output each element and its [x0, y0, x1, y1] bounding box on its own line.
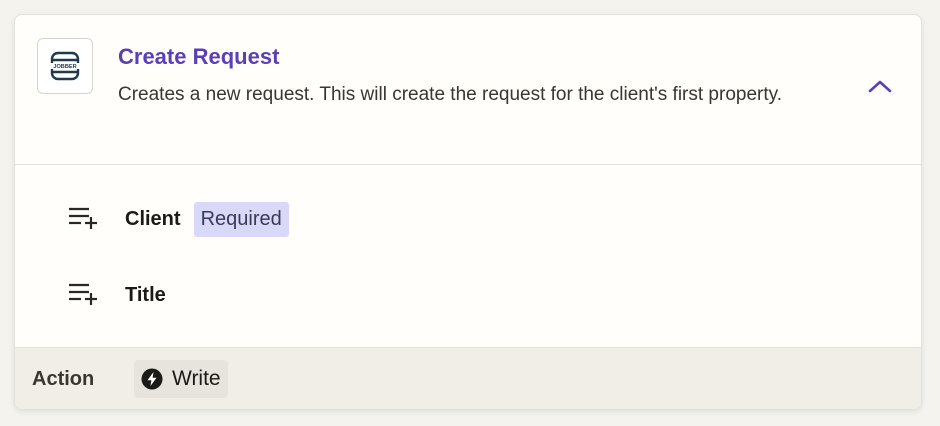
field-label: Title	[125, 283, 166, 306]
bolt-icon	[141, 368, 163, 390]
step-footer: Action Write	[15, 347, 921, 409]
playlist-add-icon	[69, 283, 97, 305]
app-logo: JOBBER	[37, 38, 93, 94]
step-header[interactable]: JOBBER Create Request Creates a new requ…	[15, 15, 921, 165]
action-step-card: JOBBER Create Request Creates a new requ…	[14, 14, 922, 410]
action-type-label: Write	[172, 367, 221, 390]
field-label: Client	[125, 207, 181, 230]
footer-label: Action	[32, 368, 95, 390]
action-type-chip: Write	[134, 360, 228, 398]
svg-text:JOBBER: JOBBER	[53, 64, 76, 70]
step-title: Create Request	[118, 44, 280, 69]
jobber-logo-icon: JOBBER	[50, 51, 80, 81]
playlist-add-icon	[69, 207, 97, 229]
field-row-client[interactable]: Client Required	[67, 199, 467, 239]
chevron-up-icon	[868, 80, 892, 93]
required-badge: Required	[193, 201, 289, 237]
step-description: Creates a new request. This will create …	[118, 84, 782, 105]
field-row-title[interactable]: Title	[67, 275, 467, 315]
collapse-chevron-button[interactable]	[865, 73, 895, 99]
